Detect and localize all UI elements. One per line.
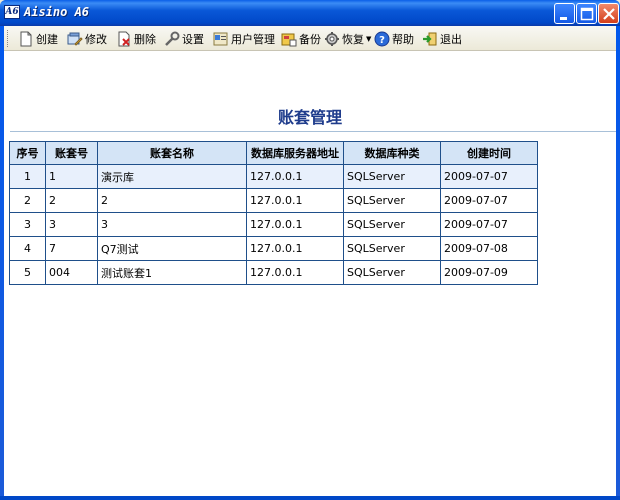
cell-account-name: 2 (97, 188, 247, 213)
cell-index: 5 (9, 260, 46, 285)
wrench-icon (164, 31, 180, 47)
table-row[interactable]: 4 7 Q7测试 127.0.0.1 SQLServer 2009-07-08 (9, 236, 538, 261)
cell-index: 2 (9, 188, 46, 213)
cell-index: 4 (9, 236, 46, 261)
settings-button[interactable]: 设置 (164, 29, 204, 48)
toolbar-grip[interactable] (7, 30, 10, 47)
cell-created-at: 2009-07-08 (440, 236, 538, 261)
backup-button[interactable]: 备份 (281, 29, 321, 48)
settings-label: 设置 (182, 32, 204, 46)
column-header[interactable]: 账套号 (45, 141, 98, 165)
app-window: A6 Aisino A6 创建 修改 删除 设置 用户管理 备份 恢复 ▼ ? … (0, 0, 620, 500)
user-management-icon (213, 31, 229, 47)
table-row[interactable]: 3 3 3 127.0.0.1 SQLServer 2009-07-07 (9, 212, 538, 237)
cell-server-address: 127.0.0.1 (246, 164, 344, 189)
cell-created-at: 2009-07-07 (440, 164, 538, 189)
create-label: 创建 (36, 32, 58, 46)
cell-created-at: 2009-07-09 (440, 260, 538, 285)
edit-icon (67, 31, 83, 47)
restore-gear-icon (324, 31, 340, 47)
new-document-icon (18, 31, 34, 47)
cell-db-type: SQLServer (343, 236, 441, 261)
backup-icon (281, 31, 297, 47)
cell-account-no: 1 (45, 164, 98, 189)
create-button[interactable]: 创建 (18, 29, 58, 48)
exit-icon (422, 31, 438, 47)
minimize-button[interactable] (554, 3, 575, 24)
cell-db-type: SQLServer (343, 260, 441, 285)
cell-account-name: 演示库 (97, 164, 247, 189)
toolbar: 创建 修改 删除 设置 用户管理 备份 恢复 ▼ ? 帮助 退出 (4, 26, 616, 51)
delete-icon (116, 31, 132, 47)
cell-server-address: 127.0.0.1 (246, 236, 344, 261)
cell-index: 3 (9, 212, 46, 237)
table-row[interactable]: 2 2 2 127.0.0.1 SQLServer 2009-07-07 (9, 188, 538, 213)
cell-index: 1 (9, 164, 46, 189)
column-header[interactable]: 数据库种类 (343, 141, 441, 165)
cell-created-at: 2009-07-07 (440, 212, 538, 237)
user-management-label: 用户管理 (231, 32, 275, 46)
cell-created-at: 2009-07-07 (440, 188, 538, 213)
close-icon (603, 8, 615, 20)
cell-account-no: 004 (45, 260, 98, 285)
cell-db-type: SQLServer (343, 164, 441, 189)
cell-db-type: SQLServer (343, 188, 441, 213)
column-header[interactable]: 创建时间 (440, 141, 538, 165)
window-frame-bottom (0, 496, 620, 500)
help-label: 帮助 (392, 32, 414, 46)
help-icon: ? (374, 31, 390, 47)
modify-button[interactable]: 修改 (67, 29, 107, 48)
restore-dropdown-button[interactable]: 恢复 ▼ (324, 29, 371, 48)
cell-db-type: SQLServer (343, 212, 441, 237)
app-logo: A6 (4, 5, 20, 19)
cell-account-no: 3 (45, 212, 98, 237)
svg-text:?: ? (379, 35, 385, 46)
backup-label: 备份 (299, 32, 321, 46)
user-management-button[interactable]: 用户管理 (213, 29, 275, 48)
title-divider (10, 131, 616, 132)
title-bar[interactable]: A6 Aisino A6 (0, 0, 620, 26)
cell-server-address: 127.0.0.1 (246, 260, 344, 285)
content-area: 账套管理 序号 账套号 账套名称 数据库服务器地址 数据库种类 创建时间 1 1… (4, 52, 616, 496)
maximize-icon (580, 7, 594, 21)
exit-label: 退出 (440, 32, 462, 46)
account-table: 序号 账套号 账套名称 数据库服务器地址 数据库种类 创建时间 1 1 演示库 … (9, 141, 538, 285)
column-header[interactable]: 账套名称 (97, 141, 247, 165)
cell-account-name: 3 (97, 212, 247, 237)
table-row[interactable]: 1 1 演示库 127.0.0.1 SQLServer 2009-07-07 (9, 164, 538, 189)
modify-label: 修改 (85, 32, 107, 46)
table-header-row: 序号 账套号 账套名称 数据库服务器地址 数据库种类 创建时间 (9, 141, 538, 165)
cell-account-name: Q7测试 (97, 236, 247, 261)
cell-account-no: 7 (45, 236, 98, 261)
client-area: 创建 修改 删除 设置 用户管理 备份 恢复 ▼ ? 帮助 退出 账套管理 序号… (4, 26, 616, 496)
chevron-down-icon: ▼ (366, 34, 372, 43)
cell-account-no: 2 (45, 188, 98, 213)
cell-account-name: 测试账套1 (97, 260, 247, 285)
exit-button[interactable]: 退出 (422, 29, 462, 48)
close-button[interactable] (598, 3, 619, 24)
cell-server-address: 127.0.0.1 (246, 188, 344, 213)
column-header[interactable]: 序号 (9, 141, 46, 165)
table-row[interactable]: 5 004 测试账套1 127.0.0.1 SQLServer 2009-07-… (9, 260, 538, 285)
minimize-icon (560, 17, 567, 20)
maximize-button[interactable] (576, 3, 597, 24)
cell-server-address: 127.0.0.1 (246, 212, 344, 237)
column-header[interactable]: 数据库服务器地址 (246, 141, 344, 165)
delete-button[interactable]: 删除 (116, 29, 156, 48)
page-title: 账套管理 (277, 108, 342, 127)
window-title: Aisino A6 (24, 5, 90, 19)
delete-label: 删除 (134, 32, 156, 46)
restore-label: 恢复 (342, 32, 364, 46)
help-button[interactable]: ? 帮助 (374, 29, 414, 48)
